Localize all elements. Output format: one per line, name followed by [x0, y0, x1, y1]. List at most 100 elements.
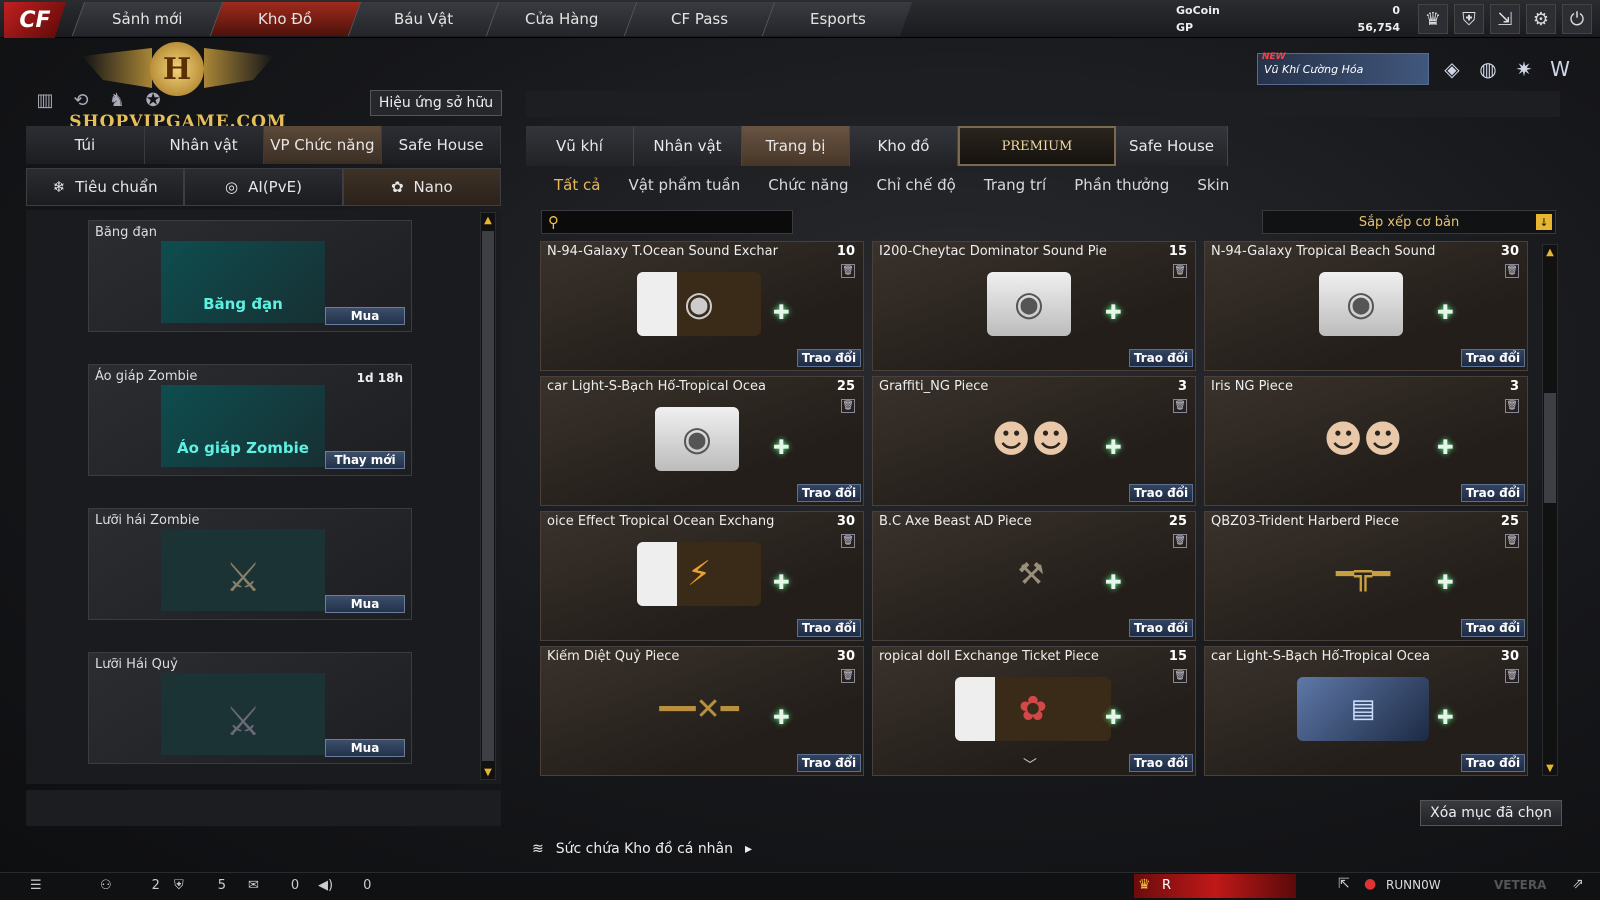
buy-button[interactable]: Mua: [325, 739, 405, 757]
trade-button[interactable]: Trao đổi: [1129, 754, 1193, 772]
list-item[interactable]: Lưỡi hái Zombie ⚔ Mua: [88, 508, 412, 620]
tab-safe-house-right[interactable]: Safe House: [1116, 126, 1228, 166]
tab-standard[interactable]: ❄ Tiêu chuẩn: [26, 168, 185, 206]
search-box[interactable]: ⚲: [541, 210, 793, 234]
inventory-item[interactable]: oice Effect Tropical Ocean Exchang 30 🗑 …: [540, 511, 864, 641]
trash-icon[interactable]: 🗑: [841, 669, 855, 683]
trade-button[interactable]: Trao đổi: [797, 484, 861, 502]
inventory-item[interactable]: N-94-Galaxy T.Ocean Sound Exchar 10 🗑 ◉ …: [540, 241, 864, 371]
nav-tab-esports[interactable]: Esports: [761, 2, 913, 36]
sort-select[interactable]: Sắp xếp cơ bản ↓: [1262, 210, 1556, 234]
trash-icon[interactable]: 🗑: [1505, 264, 1519, 278]
buy-button[interactable]: Mua: [325, 595, 405, 613]
trade-button[interactable]: Trao đổi: [797, 349, 861, 367]
trade-button[interactable]: Trao đổi: [1461, 349, 1525, 367]
trash-icon[interactable]: 🗑: [1505, 534, 1519, 548]
tab-functional-items[interactable]: VP Chức năng: [263, 126, 383, 164]
list-item[interactable]: Băng đạn Băng đạn Mua: [88, 220, 412, 332]
friends-counter[interactable]: ⚇ 2: [100, 878, 160, 893]
filter-mode-only[interactable]: Chỉ chế độ: [862, 176, 969, 194]
menu-icon[interactable]: ☰: [30, 878, 42, 893]
list-item[interactable]: Áo giáp Zombie 1d 18h Áo giáp Zombie Tha…: [88, 364, 412, 476]
trash-icon[interactable]: 🗑: [841, 264, 855, 278]
trash-icon[interactable]: 🗑: [1173, 399, 1187, 413]
wings-icon[interactable]: W: [1546, 55, 1574, 83]
nav-tab-treasure[interactable]: Báu Vật: [347, 2, 499, 36]
nav-tab-inventory[interactable]: Kho Đồ: [209, 2, 361, 36]
tab-weapons[interactable]: Vũ khí: [526, 126, 634, 166]
trash-icon[interactable]: 🗑: [1505, 669, 1519, 683]
rank-icon[interactable]: ♛: [1418, 4, 1448, 34]
trade-button[interactable]: Trao đổi: [1461, 484, 1525, 502]
buy-button[interactable]: Mua: [325, 307, 405, 325]
trash-icon[interactable]: 🗑: [841, 399, 855, 413]
character-swap-icon[interactable]: ♞: [104, 90, 130, 114]
popout-icon[interactable]: ⇗: [1572, 876, 1584, 892]
tab-storage[interactable]: Kho đồ: [850, 126, 958, 166]
trade-button[interactable]: Trao đổi: [1461, 619, 1525, 637]
trash-icon[interactable]: 🗑: [1173, 534, 1187, 548]
event-badge-icon[interactable]: ◈: [1438, 55, 1466, 83]
ranking-icon[interactable]: ▥: [32, 90, 58, 114]
tab-characters[interactable]: Nhân vật: [634, 126, 742, 166]
scroll-up-arrow[interactable]: ▲: [1543, 245, 1557, 259]
enhanced-weapon-banner[interactable]: NEW Vũ Khí Cường Hóa: [1257, 52, 1429, 85]
tab-equipment[interactable]: Trang bị: [742, 126, 850, 166]
trash-icon[interactable]: 🗑: [1173, 264, 1187, 278]
compass-icon[interactable]: ✷: [1510, 55, 1538, 83]
nav-tab-lobby[interactable]: Sảnh mới: [71, 2, 223, 36]
globe-icon[interactable]: ◍: [1474, 55, 1502, 83]
chevron-down-icon[interactable]: ﹀: [1023, 755, 1037, 775]
nav-tab-cf-pass[interactable]: CF Pass: [623, 2, 775, 36]
trade-button[interactable]: Trao đổi: [1129, 619, 1193, 637]
trade-button[interactable]: Trao đổi: [1129, 349, 1193, 367]
storage-capacity[interactable]: ≋ Sức chứa Kho đồ cá nhân ▸: [526, 836, 766, 862]
player-rank-banner[interactable]: ♛ R: [1134, 874, 1296, 898]
power-icon[interactable]: ⏻: [1562, 4, 1592, 34]
nav-tab-shop[interactable]: Cửa Hàng: [485, 2, 637, 36]
filter-weekly[interactable]: Vật phẩm tuần: [614, 176, 754, 194]
tab-ai-pve[interactable]: ◎ AI(PvE): [184, 168, 343, 206]
history-icon[interactable]: ⟲: [68, 90, 94, 114]
renew-button[interactable]: Thay mới: [325, 451, 405, 469]
inventory-item[interactable]: Iris NG Piece 3 🗑 ☻☻ ✚ Trao đổi: [1204, 376, 1528, 506]
tab-premium[interactable]: PREMIUM: [958, 126, 1116, 166]
filter-rewards[interactable]: Phần thưởng: [1060, 176, 1183, 194]
right-scrollbar[interactable]: ▲ ▼: [1542, 244, 1558, 776]
inventory-item[interactable]: car Light-S-Bạch Hổ-Tropical Ocea 30 🗑 ▤…: [1204, 646, 1528, 776]
trade-button[interactable]: Trao đổi: [1461, 754, 1525, 772]
scroll-down-arrow[interactable]: ▼: [1543, 761, 1557, 775]
shield-icon[interactable]: ⛨: [1454, 4, 1484, 34]
left-scrollbar[interactable]: ▲ ▼: [480, 212, 496, 780]
list-item[interactable]: Lưỡi Hái Quỷ ⚔ Mua: [88, 652, 412, 764]
inventory-item[interactable]: Kiếm Diệt Quỷ Piece 30 🗑 ━━✕━ ✚ Trao đổi: [540, 646, 864, 776]
trade-button[interactable]: Trao đổi: [797, 754, 861, 772]
scroll-up-arrow[interactable]: ▲: [481, 213, 495, 227]
scroll-down-arrow[interactable]: ▼: [481, 765, 495, 779]
inventory-item[interactable]: B.C Axe Beast AD Piece 25 🗑 ⚒ ✚ Trao đổi: [872, 511, 1196, 641]
chat-counter[interactable]: ✉ 0: [248, 878, 299, 893]
filter-decoration[interactable]: Trang trí: [970, 176, 1060, 194]
inventory-item[interactable]: I200-Cheytac Dominator Sound Pie 15 🗑 ◉ …: [872, 241, 1196, 371]
expand-icon[interactable]: ⇱: [1338, 876, 1358, 896]
gear-icon[interactable]: ⚙: [1526, 4, 1556, 34]
filter-all[interactable]: Tất cả: [526, 176, 614, 194]
sort-arrow-icon[interactable]: ↓: [1536, 214, 1552, 230]
exit-room-icon[interactable]: ⇲: [1490, 4, 1520, 34]
trash-icon[interactable]: 🗑: [1173, 669, 1187, 683]
inventory-item[interactable]: QBZ03-Trident Harberd Piece 25 🗑 ━╦━ ✚ T…: [1204, 511, 1528, 641]
inventory-item[interactable]: ropical doll Exchange Ticket Piece 15 🗑 …: [872, 646, 1196, 776]
scroll-thumb[interactable]: [482, 231, 494, 761]
voice-counter[interactable]: ◀) 0: [318, 878, 371, 893]
search-input[interactable]: [570, 213, 786, 231]
inventory-item[interactable]: N-94-Galaxy Tropical Beach Sound 30 🗑 ◉ …: [1204, 241, 1528, 371]
trade-button[interactable]: Trao đổi: [797, 619, 861, 637]
scroll-thumb[interactable]: [1544, 393, 1556, 503]
filter-skin[interactable]: Skin: [1183, 176, 1243, 194]
owned-effects-button[interactable]: Hiệu ứng sở hữu: [370, 90, 502, 116]
trash-icon[interactable]: 🗑: [1505, 399, 1519, 413]
tab-safe-house[interactable]: Safe House: [382, 126, 501, 164]
tab-bag[interactable]: Túi: [26, 126, 145, 164]
inventory-item[interactable]: car Light-S-Bạch Hổ-Tropical Ocea 25 🗑 ◉…: [540, 376, 864, 506]
tab-nano[interactable]: ✿ Nano: [342, 168, 501, 206]
